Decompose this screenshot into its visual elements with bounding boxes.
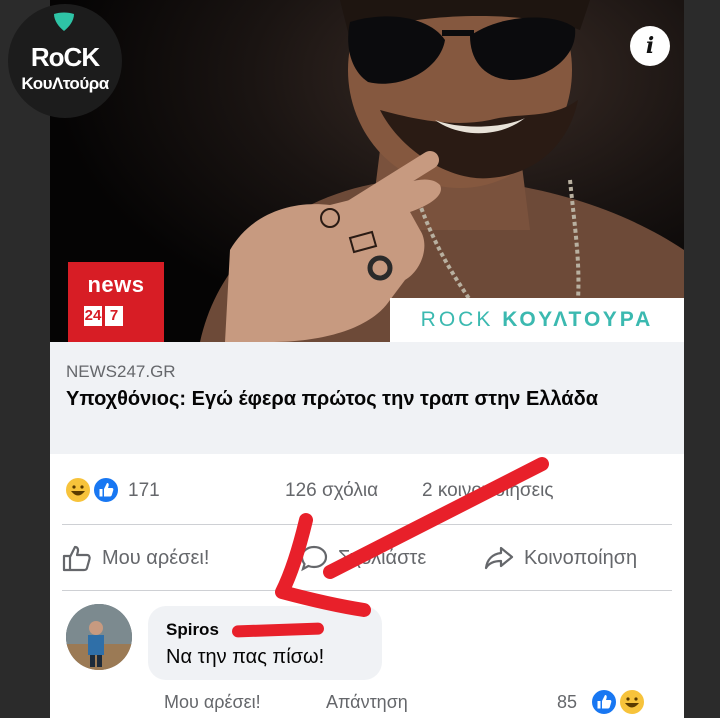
comments-count[interactable]: 126 σχόλια [285, 480, 378, 502]
comment-reply-link[interactable]: Απάντηση [326, 692, 408, 713]
divider [62, 590, 672, 591]
news-logo-word: news [87, 272, 145, 297]
share-button-label: Κοινοποίηση [524, 546, 638, 569]
logo-line2: ΚουΛτούρα [21, 74, 109, 93]
avatar[interactable] [66, 604, 132, 670]
logo-line1: RoCK [30, 42, 100, 72]
redaction-mark [231, 622, 325, 638]
comment-button-label: Σχολιάστε [338, 546, 427, 569]
comment-reaction-count[interactable]: 85 [557, 692, 577, 713]
haha-icon [618, 688, 646, 716]
post-image[interactable]: news 24 7 ROCK ΚΟΥΛΤΟΥΡΑ i [50, 0, 684, 342]
reactions-summary[interactable]: 171 126 σχόλια 2 κοινοποιήσεις [50, 454, 684, 524]
link-title[interactable]: Υποχθόνιος: Εγώ έφερα πρώτος την τραπ στ… [66, 386, 666, 413]
reaction-count[interactable]: 171 [128, 480, 160, 502]
news-logo-digit: 24 [84, 306, 102, 326]
like-button-label: Μου αρέσει! [102, 546, 210, 569]
screenshot-frame: news 24 7 ROCK ΚΟΥΛΤΟΥΡΑ i NEWS247.GR Υπ… [50, 0, 684, 718]
comment-text: Να την πας πίσω! [166, 646, 325, 668]
comment-bubble[interactable]: Spiros Να την πας πίσω! [148, 606, 382, 680]
share-icon [484, 546, 514, 570]
haha-icon [64, 476, 92, 504]
guitar-pick-icon [54, 12, 74, 31]
news-logo-digit: 7 [105, 306, 123, 326]
shares-count[interactable]: 2 κοινοποιήσεις [422, 480, 553, 502]
comment-button[interactable]: Σχολιάστε [300, 540, 426, 576]
rock-kultura-logo: RoCK ΚουΛτούρα [8, 4, 122, 118]
comment-author[interactable]: Spiros [166, 620, 219, 640]
comment-icon [300, 545, 328, 572]
link-preview[interactable]: NEWS247.GR Υποχθόνιος: Εγώ έφερα πρώτος … [50, 342, 684, 454]
comment-like-link[interactable]: Μου αρέσει! [164, 692, 261, 713]
rock-kultura-watermark: ROCK ΚΟΥΛΤΟΥΡΑ [390, 298, 684, 342]
like-icon [590, 688, 618, 716]
like-button[interactable]: Μου αρέσει! [62, 540, 209, 576]
divider [62, 524, 672, 525]
info-icon[interactable]: i [630, 26, 670, 66]
like-icon [92, 476, 120, 504]
link-domain: NEWS247.GR [66, 362, 176, 381]
watermark-light: ROCK [420, 308, 494, 331]
post-footer: 171 126 σχόλια 2 κοινοποιήσεις Μου αρέσε… [50, 454, 684, 718]
news-logo-digits: 24 7 [84, 306, 123, 326]
share-button[interactable]: Κοινοποίηση [484, 540, 637, 576]
news247-logo: news 24 7 [68, 262, 164, 342]
watermark-bold: ΚΟΥΛΤΟΥΡΑ [502, 308, 654, 331]
thumbs-up-icon [62, 545, 91, 572]
